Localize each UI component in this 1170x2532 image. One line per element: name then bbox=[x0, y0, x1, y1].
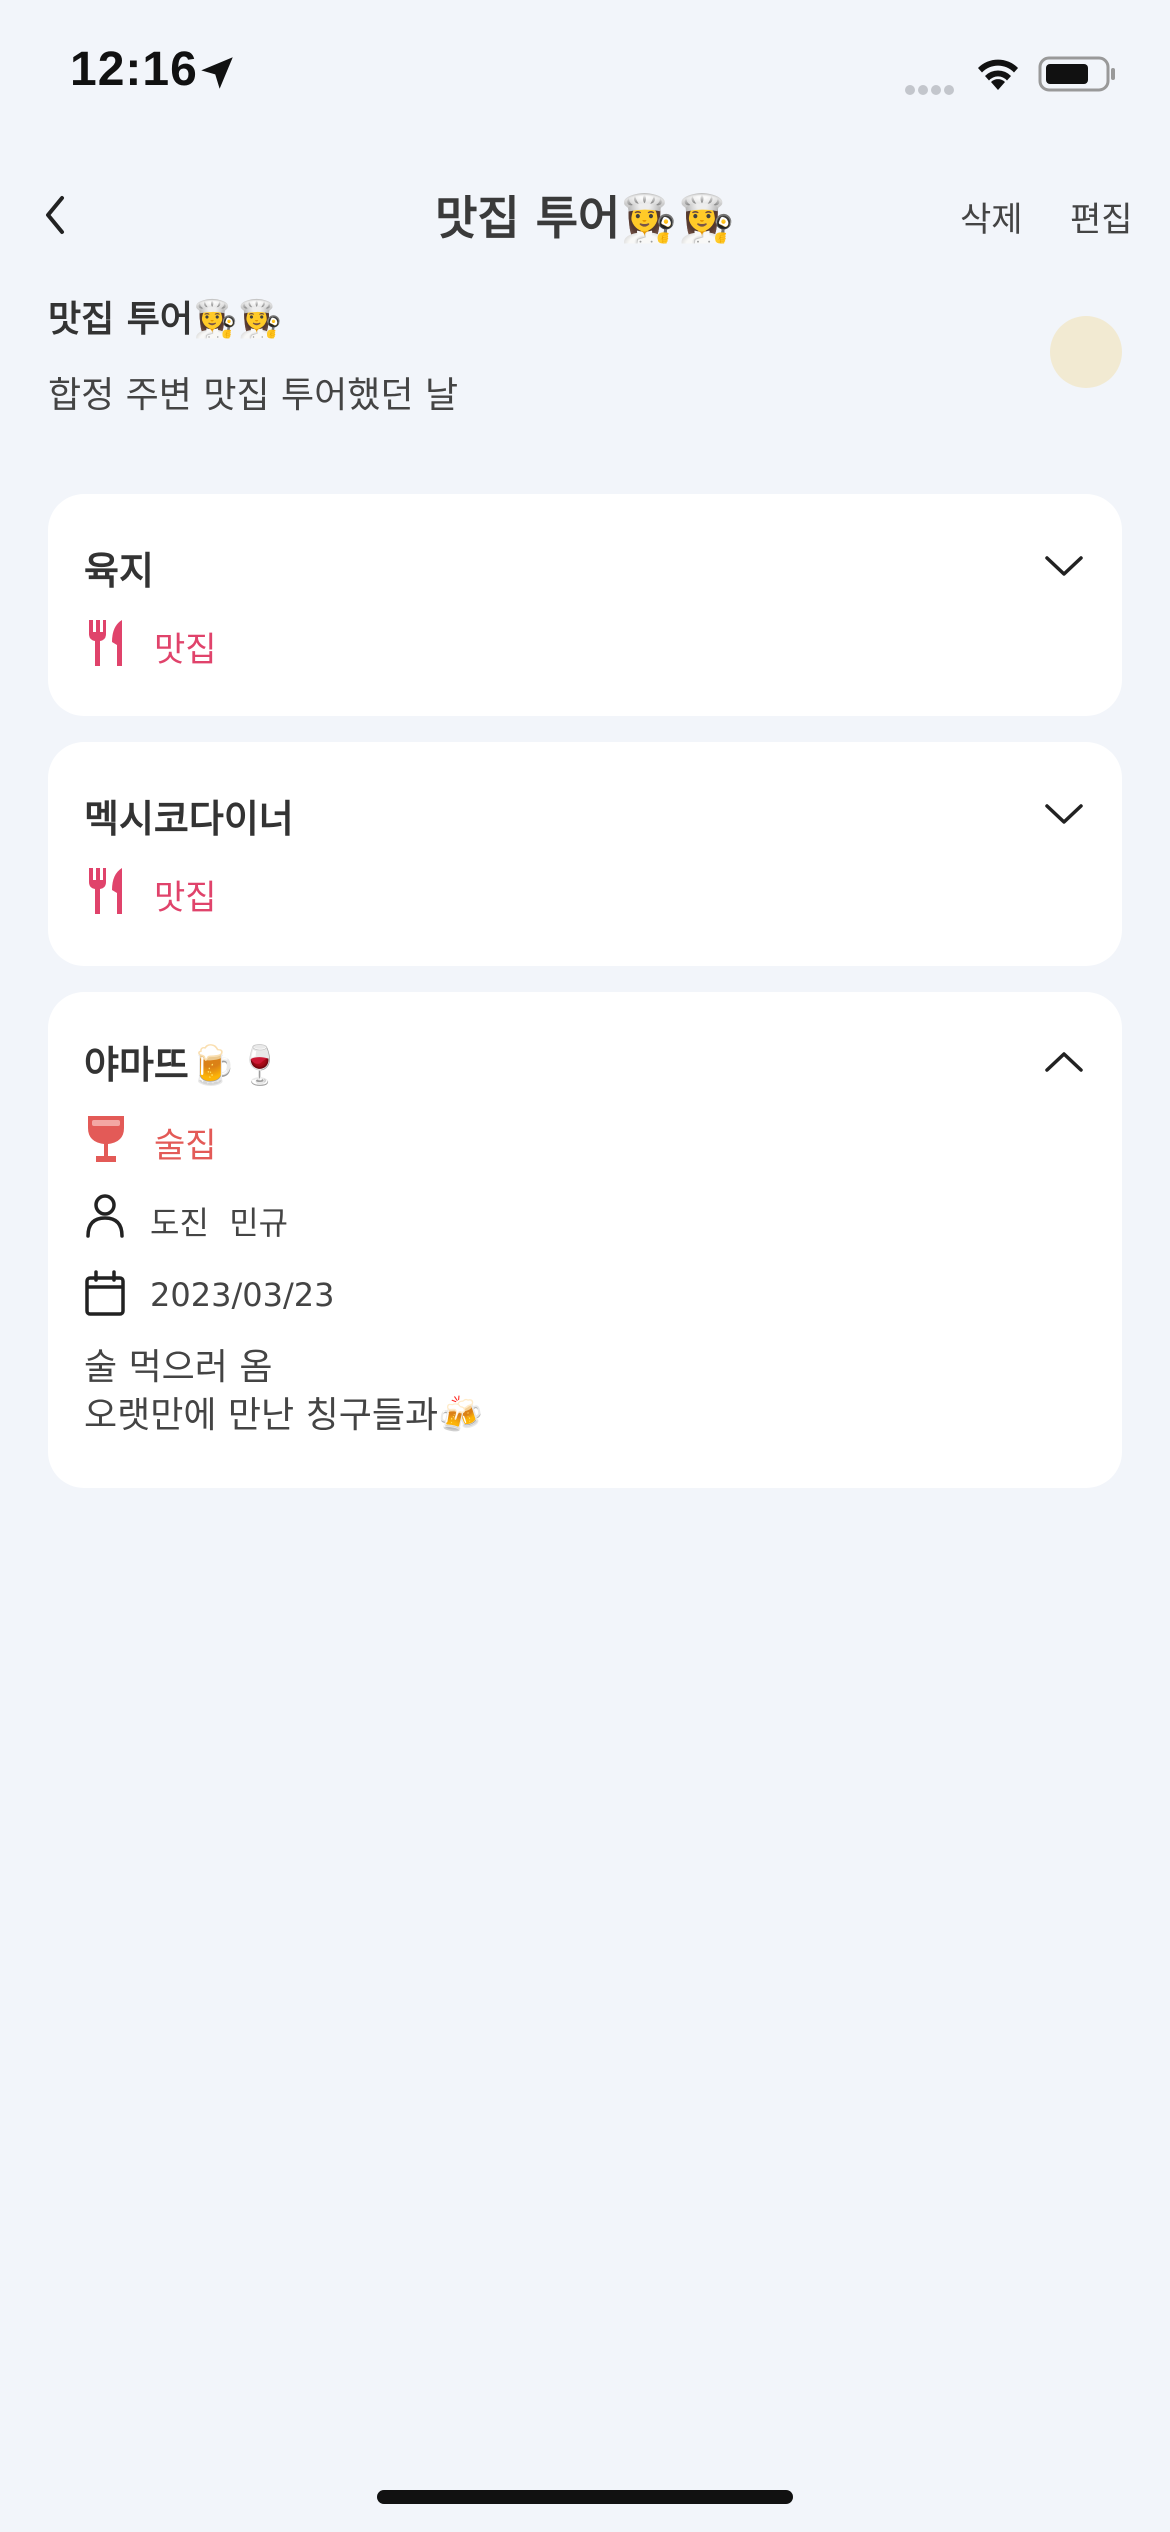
chevron-up-icon[interactable] bbox=[1044, 1050, 1084, 1074]
category-label: 술집 bbox=[154, 1126, 217, 1166]
fork-knife-icon bbox=[89, 620, 122, 666]
status-bar: 12:16 bbox=[0, 0, 1170, 150]
person-icon bbox=[86, 1194, 124, 1238]
status-time: 12:16 bbox=[70, 43, 198, 96]
chevron-down-icon[interactable] bbox=[1044, 554, 1084, 578]
place-name: 멕시코다이너 bbox=[84, 797, 294, 841]
memo-text: 술 먹으러 옴 오랫만에 만난 칭구들과🍻 bbox=[84, 1344, 483, 1440]
category-label: 맛집 bbox=[154, 878, 217, 918]
location-arrow-icon bbox=[201, 57, 233, 89]
date-text: 2023/03/23 bbox=[150, 1276, 335, 1314]
fork-knife-icon bbox=[89, 868, 122, 914]
battery-icon bbox=[1038, 56, 1115, 92]
wifi-icon bbox=[978, 59, 1018, 90]
chevron-down-icon[interactable] bbox=[1044, 802, 1084, 826]
place-card[interactable]: 육지 맛집 bbox=[48, 494, 1122, 716]
edit-button[interactable]: 편집 bbox=[1070, 192, 1133, 241]
place-name: 육지 bbox=[84, 549, 154, 593]
place-card-expanded[interactable]: 야마뜨🍺🍷 술집 도진 민규 2023/03/23 술 먹으러 옴 오랫만에 만… bbox=[48, 992, 1122, 1488]
place-name: 야마뜨🍺🍷 bbox=[84, 1043, 284, 1087]
memo-line: 술 먹으러 옴 bbox=[84, 1347, 273, 1388]
home-indicator bbox=[377, 2490, 793, 2504]
cellular-signal-icon bbox=[905, 80, 957, 99]
avatar[interactable] bbox=[1050, 316, 1122, 388]
friends-text: 도진 민규 bbox=[150, 1204, 289, 1242]
course-description: 합정 주변 맛집 투어했던 날 bbox=[48, 375, 459, 416]
place-card[interactable]: 멕시코다이너 맛집 bbox=[48, 742, 1122, 966]
category-label: 맛집 bbox=[154, 630, 217, 670]
wine-glass-icon bbox=[88, 1116, 124, 1162]
calendar-icon bbox=[85, 1270, 125, 1316]
delete-button[interactable]: 삭제 bbox=[960, 192, 1023, 241]
course-title: 맛집 투어👩‍🍳👩‍🍳 bbox=[48, 299, 283, 340]
memo-line: 오랫만에 만난 칭구들과🍻 bbox=[84, 1395, 483, 1436]
